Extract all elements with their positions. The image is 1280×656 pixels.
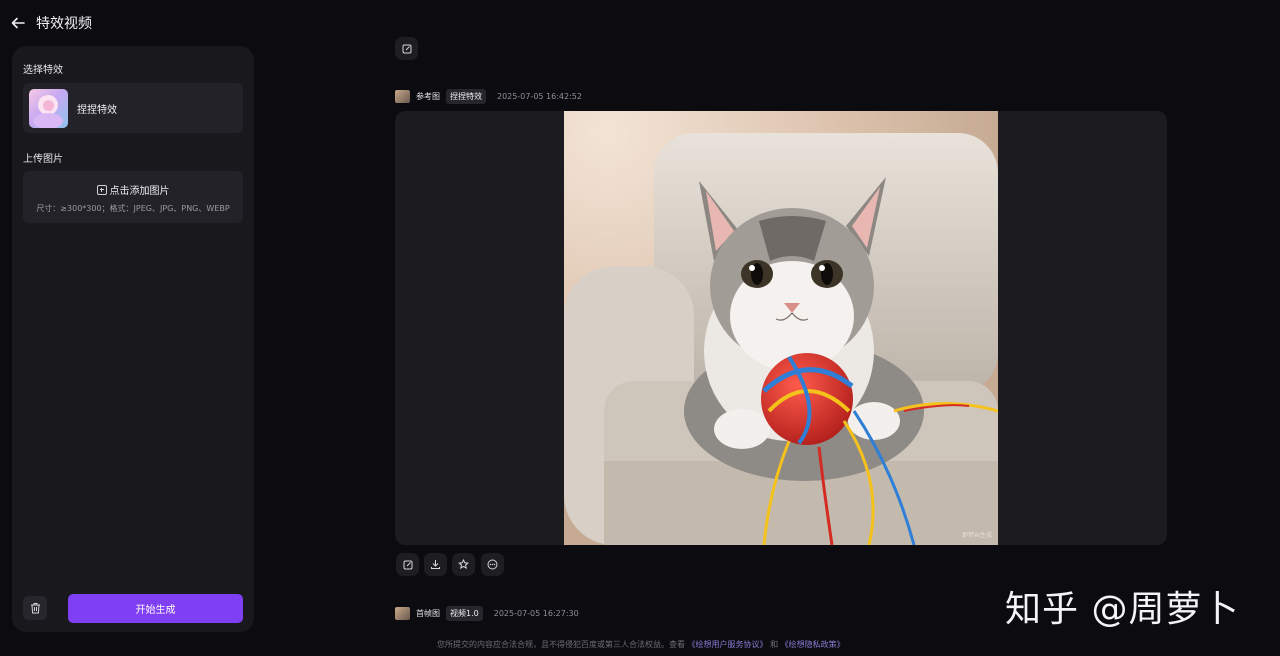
delete-button[interactable]: [23, 596, 47, 620]
top-bar: 特效视频: [10, 10, 92, 36]
download-icon: [430, 555, 441, 574]
upload-image-label: 上传图片: [23, 154, 63, 165]
footer-disclaimer: 您所提交的内容应合法合规，且不得侵犯百度或第三人合法权益。查看 《绘想用户服务协…: [437, 639, 845, 650]
back-arrow-icon[interactable]: [10, 15, 26, 31]
service-agreement-link[interactable]: 《绘想用户服务协议》: [688, 640, 768, 649]
select-effect-label: 选择特效: [23, 65, 63, 76]
image-watermark: 即梦AI生成: [962, 532, 992, 539]
cat-photo[interactable]: [564, 111, 998, 545]
edit-icon: [402, 39, 412, 58]
message-header: 首帧图 视频1.0 2025-07-05 16:27:30: [395, 605, 579, 621]
message-header: 参考图 捏捏特效 2025-07-05 16:42:52: [395, 88, 582, 104]
effect-thumbnail: [29, 88, 68, 128]
page-title: 特效视频: [36, 16, 92, 32]
star-icon: [457, 555, 470, 574]
upload-image-box[interactable]: 点击添加图片 尺寸：≥300*300；格式：JPEG、JPG、PNG、WEBP: [23, 171, 243, 223]
plus-square-icon: [96, 184, 107, 195]
prev-edit-button[interactable]: [395, 37, 418, 60]
effect-tag: 捏捏特效: [446, 88, 486, 104]
reference-thumbnail: [395, 89, 410, 103]
message-time: 2025-07-05 16:27:30: [493, 608, 579, 618]
first-frame-thumbnail: [395, 606, 410, 620]
message-type: 首帧图: [416, 608, 440, 618]
favorite-button[interactable]: [452, 553, 475, 576]
effect-name: 捏捏特效: [77, 104, 117, 116]
generated-image-panel: 即梦AI生成: [395, 111, 1167, 545]
footer-and: 和: [770, 640, 779, 649]
footer-text: 您所提交的内容应合法合规，且不得侵犯百度或第三人合法权益。查看: [437, 640, 685, 649]
upload-hint: 尺寸：≥300*300；格式：JPEG、JPG、PNG、WEBP: [36, 204, 230, 213]
edit-button[interactable]: [396, 553, 419, 576]
trash-icon: [30, 599, 41, 618]
zhihu-watermark: 知乎 @周萝卜: [1005, 589, 1240, 630]
more-button[interactable]: [481, 553, 504, 576]
model-tag: 视频1.0: [446, 605, 483, 621]
message-type: 参考图: [416, 91, 440, 101]
selected-effect-card[interactable]: 捏捏特效: [23, 83, 243, 133]
privacy-policy-link[interactable]: 《绘想隐私政策》: [781, 640, 845, 649]
upload-action-text: 点击添加图片: [109, 186, 170, 197]
sidebar-panel: 选择特效 捏捏特效 上传图片 点击添加图片 尺寸：≥300*300；格式：JPE…: [12, 46, 254, 632]
start-generate-button[interactable]: 开始生成: [68, 594, 243, 623]
download-button[interactable]: [424, 553, 447, 576]
message-time: 2025-07-05 16:42:52: [497, 91, 582, 101]
edit-icon: [403, 555, 413, 574]
more-icon: [487, 555, 498, 574]
